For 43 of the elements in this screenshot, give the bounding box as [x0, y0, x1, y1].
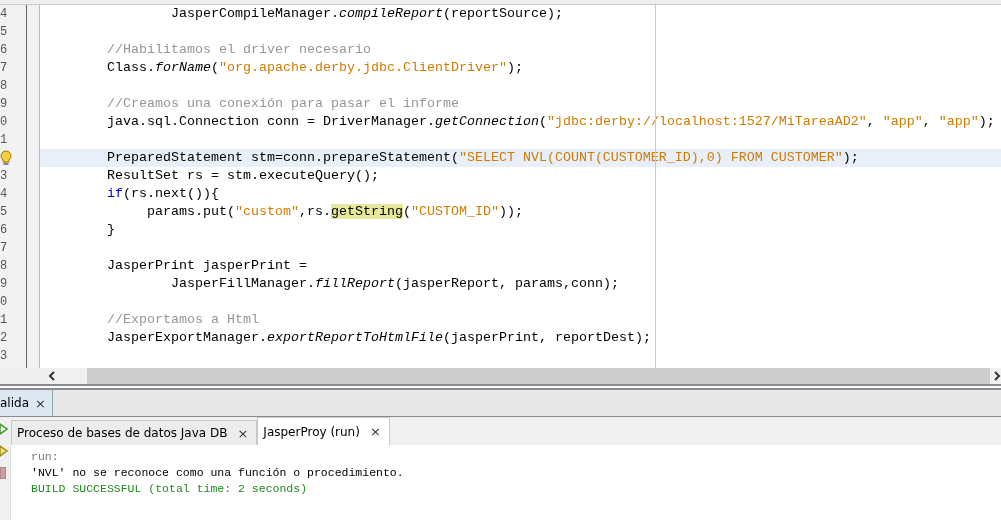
line-number: 7	[0, 61, 8, 75]
line-number: 3	[0, 169, 8, 183]
code-line: }	[106, 221, 115, 239]
line-number: 2	[0, 331, 8, 345]
line-number: 7	[0, 241, 8, 255]
line-number: 6	[0, 223, 8, 237]
code-line: Class.forName("org.apache.derby.jdbc.ClientDriver");	[106, 59, 523, 77]
scrollbar-thumb[interactable]	[87, 368, 990, 384]
line-number: 1	[0, 133, 8, 147]
play-icon[interactable]	[0, 445, 8, 457]
output-line: BUILD SUCCESSFUL (total time: 2 seconds)	[31, 481, 308, 497]
code-line: JasperPrint jasperPrint =	[106, 257, 307, 275]
code-line: JasperFillManager.fillReport(jasperReport, params,conn);	[169, 275, 619, 293]
line-number: 0	[0, 115, 8, 129]
line-number: 5	[0, 25, 8, 39]
output-line: 'NVL' no se reconoce como una función o procedimiento.	[31, 465, 404, 481]
line-number: 4	[0, 187, 8, 201]
line-number: 0	[0, 295, 8, 309]
lightbulb-icon[interactable]	[0, 150, 12, 166]
code-line: JasperExportManager.exportReportToHtmlFile(jasperPrint, reportDest);	[106, 329, 651, 347]
code-line: if(rs.next()){	[106, 185, 219, 203]
panel-tab-label[interactable]: alida	[0, 396, 29, 410]
line-number: 9	[0, 97, 8, 111]
line-number: 3	[0, 349, 8, 363]
line-number: 1	[0, 313, 8, 327]
output-line: run:	[31, 449, 59, 465]
line-number: 8	[0, 259, 8, 273]
code-line: params.put("custom",rs.getString("CUSTOM_ID"));	[145, 203, 523, 221]
output-tab[interactable]: JasperProy (run) ×	[257, 417, 390, 445]
line-number: 6	[0, 43, 8, 57]
line-number: 9	[0, 277, 8, 291]
code-line: ResultSet rs = stm.executeQuery();	[106, 167, 379, 185]
code-line: java.sql.Connection conn = DriverManager.getConnection("jdbc:derby://localhost:1527/MiTareaAD2", "app", "app");	[106, 113, 995, 131]
line-number: 4	[0, 7, 8, 21]
line-number: 5	[0, 205, 8, 219]
play-icon[interactable]	[0, 423, 8, 435]
code-line: //Creamos una conexión para pasar el informe	[106, 95, 459, 113]
code-line: JasperCompileManager.compileReport(reportSource);	[169, 5, 563, 23]
code-line: //Exportamos a Html	[106, 311, 259, 329]
line-number: 8	[0, 79, 8, 93]
code-line: PreparedStatement stm=conn.prepareStatement("SELECT NVL(COUNT(CUSTOMER_ID),0) FROM CUSTOMER");	[106, 149, 859, 167]
code-line: //Habilitamos el driver necesario	[106, 41, 371, 59]
output-tab[interactable]: Proceso de bases de datos Java DB ×	[11, 420, 258, 445]
